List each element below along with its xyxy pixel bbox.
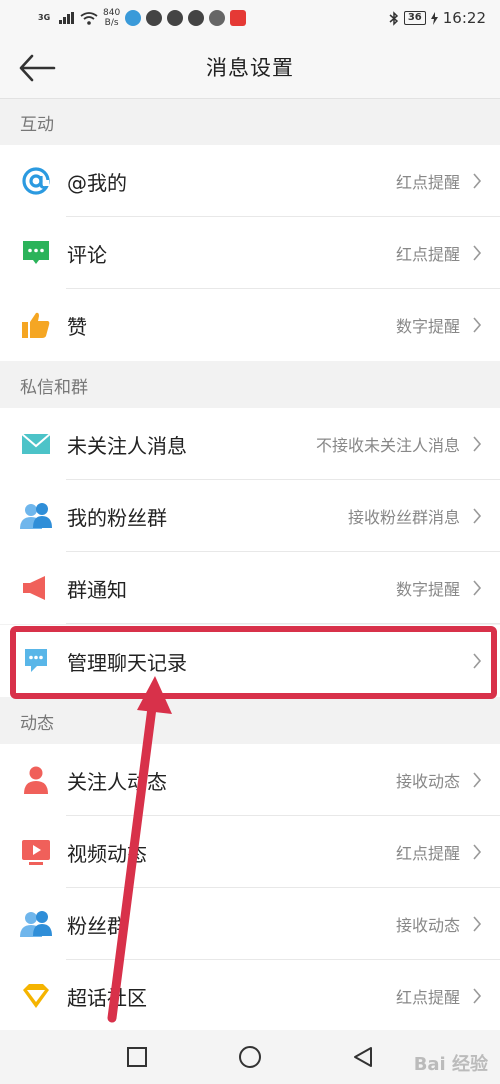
comment-icon (20, 237, 52, 269)
video-icon (20, 836, 52, 868)
back-icon[interactable] (352, 1046, 374, 1068)
chevron-right-icon (473, 844, 482, 860)
row-label: 超话社区 (67, 985, 147, 1010)
settings-row-unfollowed-messages[interactable]: 未关注人消息 不接收未关注人消息 (0, 408, 500, 480)
recent-apps-icon[interactable] (126, 1046, 148, 1068)
section-header-messages-groups: 私信和群 (0, 362, 500, 408)
settings-row-followed-feed[interactable]: 关注人动态 接收动态 (0, 744, 500, 816)
network-speed: 840 B/s (103, 8, 120, 28)
row-value: 红点提醒 (395, 245, 460, 264)
home-icon[interactable] (238, 1045, 262, 1069)
row-value: 数字提醒 (395, 580, 460, 599)
chevron-right-icon (473, 436, 482, 452)
chevron-right-icon (473, 772, 482, 788)
signal-icon (59, 12, 74, 24)
row-value: 接收粉丝群消息 (347, 508, 460, 527)
settings-row-fans-group-feed[interactable]: 粉丝群 接收动态 (0, 888, 500, 960)
settings-row-mentions[interactable]: @我的 红点提醒 (0, 145, 500, 217)
app-notification-icon (125, 10, 142, 26)
message-notification-icon (146, 10, 163, 26)
row-value: 红点提醒 (395, 988, 460, 1007)
chevron-right-icon (473, 580, 482, 596)
settings-row-manage-chat-history[interactable]: 管理聊天记录 (0, 625, 500, 697)
row-label: 我的粉丝群 (67, 505, 167, 530)
group-icon (20, 908, 52, 940)
section-header-interaction: 互动 (0, 99, 500, 145)
row-value: 数字提醒 (395, 317, 460, 336)
speed-unit: B/s (104, 18, 119, 28)
at-icon (20, 165, 52, 197)
megaphone-icon (20, 572, 52, 604)
row-value: 接收动态 (395, 772, 460, 791)
app-header: 消息设置 (0, 36, 500, 99)
row-value: 不接收未关注人消息 (315, 436, 460, 455)
settings-row-super-topic[interactable]: 超话社区 红点提醒 (0, 960, 500, 1032)
chevron-right-icon (473, 508, 482, 524)
chat-record-icon (20, 645, 52, 677)
chevron-right-icon (473, 173, 482, 189)
row-label: 赞 (67, 314, 87, 339)
row-label: 管理聊天记录 (67, 650, 187, 675)
mail-icon (20, 428, 52, 460)
fans-group-icon (20, 500, 52, 532)
back-arrow-icon[interactable] (18, 52, 56, 84)
network-indicator: 3G (38, 13, 51, 22)
person-icon (20, 764, 52, 796)
settings-row-likes[interactable]: 赞 数字提醒 (0, 289, 500, 361)
row-label: 评论 (67, 242, 107, 267)
bluetooth-icon (389, 10, 398, 26)
chevron-right-icon (473, 245, 482, 261)
settings-row-comments[interactable]: 评论 红点提醒 (0, 217, 500, 289)
browser-notification-icon (209, 10, 226, 26)
speed-value: 840 (103, 8, 121, 18)
row-label: 视频动态 (67, 841, 147, 866)
section-header-feed: 动态 (0, 698, 500, 744)
chevron-right-icon (473, 988, 482, 1004)
row-label: 粉丝群 (67, 913, 127, 938)
clock: 16:22 (442, 9, 486, 27)
row-label: 未关注人消息 (67, 433, 187, 458)
wifi-icon (80, 11, 98, 25)
row-label: 群通知 (67, 577, 127, 602)
row-value: 接收动态 (395, 916, 460, 935)
status-bar: 3G 840 B/s 36 16:22 (0, 0, 500, 36)
row-value: 红点提醒 (395, 173, 460, 192)
chat-notification-icon (167, 10, 184, 26)
watermark: Bai 经验 (413, 1054, 488, 1075)
weibo-notification-icon (188, 10, 205, 26)
battery-indicator: 36 (403, 11, 426, 25)
settings-row-video-feed[interactable]: 视频动态 红点提醒 (0, 816, 500, 888)
settings-row-my-fans-group[interactable]: 我的粉丝群 接收粉丝群消息 (0, 480, 500, 552)
app-red-notification-icon (230, 10, 247, 26)
chevron-right-icon (473, 317, 482, 333)
page-title: 消息设置 (206, 56, 294, 80)
charging-icon (430, 11, 438, 25)
row-label: @我的 (67, 170, 127, 195)
settings-row-group-notifications[interactable]: 群通知 数字提醒 (0, 552, 500, 624)
row-label: 关注人动态 (67, 769, 167, 794)
chevron-right-icon (473, 653, 482, 669)
row-value: 红点提醒 (395, 844, 460, 863)
thumbs-up-icon (20, 309, 52, 341)
diamond-icon (20, 980, 52, 1012)
chevron-right-icon (473, 916, 482, 932)
